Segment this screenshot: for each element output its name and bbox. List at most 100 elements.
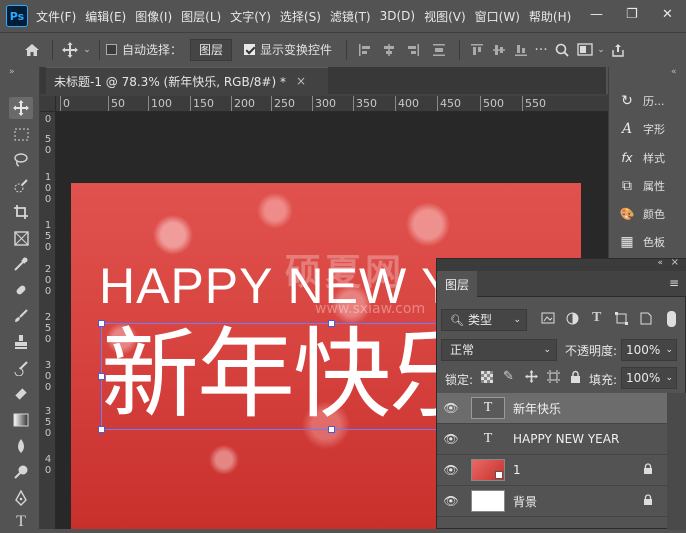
filter-shape-icon[interactable] [615, 312, 628, 325]
close-panel-icon[interactable]: × [671, 257, 679, 268]
auto-select-checkbox[interactable] [106, 44, 117, 55]
layer-row-image-1[interactable]: 👁︎ 1 [437, 455, 667, 486]
panel-color-button[interactable]: 🎨 颜色 [617, 203, 665, 225]
eraser-tool-icon[interactable] [9, 383, 33, 405]
menu-select[interactable]: 选择(S) [280, 8, 321, 25]
crop-tool-icon[interactable] [9, 201, 33, 223]
layer-name[interactable]: HAPPY NEW YEAR [513, 432, 619, 446]
panel-menu-icon[interactable]: ≡ [669, 276, 679, 290]
layers-scrollbar[interactable] [667, 393, 686, 530]
frame-tool-icon[interactable] [9, 227, 33, 249]
minimize-button[interactable]: — [590, 7, 603, 22]
move-tool-icon[interactable] [9, 97, 33, 119]
dodge-tool-icon[interactable] [9, 461, 33, 483]
menu-type[interactable]: 文字(Y) [230, 8, 271, 25]
transform-handle[interactable] [98, 373, 105, 380]
panel-header[interactable]: « × [437, 257, 686, 271]
eyedropper-tool-icon[interactable] [9, 253, 33, 275]
filter-smart-object-icon[interactable] [639, 312, 652, 325]
collapse-panel-icon[interactable]: « [657, 258, 663, 268]
expand-panels-icon[interactable]: « [671, 67, 677, 77]
filter-type-icon[interactable]: T [592, 310, 601, 326]
panel-glyphs-button[interactable]: A 字形 [617, 118, 665, 140]
chevron-down-icon[interactable]: ⌄ [81, 45, 93, 55]
layer-filter-dropdown[interactable]: 🔍︎ 类型 ⌄ [441, 309, 527, 331]
visibility-eye-icon[interactable]: 👁︎ [437, 401, 465, 415]
chevron-down-icon[interactable]: ⌄ [596, 45, 606, 55]
filter-toggle[interactable] [667, 311, 676, 327]
distribute-vertical-icon[interactable] [425, 43, 453, 57]
history-brush-tool-icon[interactable] [9, 357, 33, 379]
menu-help[interactable]: 帮助(H) [529, 8, 571, 25]
ruler-label: 250 [271, 96, 295, 111]
share-icon[interactable] [606, 43, 630, 57]
healing-brush-tool-icon[interactable] [9, 279, 33, 301]
visibility-eye-icon[interactable]: 👁︎ [437, 494, 465, 508]
menu-image[interactable]: 图像(I) [135, 8, 172, 25]
workspace-icon[interactable] [574, 43, 596, 56]
layer-row-background[interactable]: 👁︎ 背景 [437, 486, 667, 517]
visibility-eye-icon[interactable]: 👁︎ [437, 432, 465, 446]
blur-tool-icon[interactable] [9, 435, 33, 457]
menu-3d[interactable]: 3D(D) [380, 9, 415, 23]
maximize-button[interactable]: ❐ [626, 7, 638, 22]
menu-file[interactable]: 文件(F) [36, 8, 76, 25]
close-tab-icon[interactable]: × [296, 74, 306, 88]
filter-pixel-icon[interactable] [541, 312, 555, 324]
menu-window[interactable]: 窗口(W) [475, 8, 520, 25]
panel-swatches-button[interactable]: ▦ 色板 [617, 231, 665, 253]
show-transform-checkbox[interactable] [244, 44, 256, 55]
menu-filter[interactable]: 滤镜(T) [330, 8, 371, 25]
align-middle-icon[interactable] [488, 43, 510, 57]
more-options-icon[interactable]: ··· [532, 42, 550, 58]
layer-name[interactable]: 新年快乐 [513, 400, 561, 417]
layer-name[interactable]: 背景 [513, 493, 537, 510]
align-top-icon[interactable] [466, 43, 488, 57]
lock-artboard-icon[interactable] [547, 370, 560, 383]
layer-row-xinnian[interactable]: 👁︎ T 新年快乐 [437, 393, 667, 424]
brush-tool-icon[interactable] [9, 305, 33, 327]
panel-styles-button[interactable]: fx 样式 [617, 147, 665, 169]
lock-position-icon[interactable] [525, 370, 538, 383]
transform-handle[interactable] [98, 320, 105, 327]
align-right-icon[interactable] [401, 43, 425, 57]
ruler-label: 550 [522, 96, 546, 111]
opacity-field[interactable]: 100% ⌄ [621, 339, 677, 361]
align-bottom-icon[interactable] [510, 43, 532, 57]
pen-tool-icon[interactable] [9, 487, 33, 509]
align-left-icon[interactable] [353, 43, 377, 57]
panel-history-button[interactable]: ↻ 历... [617, 90, 664, 112]
blend-mode-dropdown[interactable]: 正常 ⌄ [441, 339, 557, 361]
transform-handle[interactable] [328, 426, 335, 433]
filter-adjustment-icon[interactable] [566, 312, 579, 325]
search-icon[interactable] [550, 43, 574, 57]
panel-properties-button[interactable]: ⧉ 属性 [617, 175, 665, 197]
collapse-toolbar-icon[interactable]: » [9, 67, 15, 77]
fill-field[interactable]: 100% ⌄ [621, 367, 677, 389]
lasso-tool-icon[interactable] [9, 149, 33, 171]
transform-handle[interactable] [328, 320, 335, 327]
home-icon[interactable] [18, 43, 46, 57]
align-center-icon[interactable] [377, 43, 401, 57]
menu-layer[interactable]: 图层(L) [181, 8, 221, 25]
auto-select-target-dropdown[interactable]: 图层 [190, 38, 233, 61]
lock-transparent-pixels-icon[interactable] [481, 371, 493, 383]
clone-stamp-tool-icon[interactable] [9, 331, 33, 353]
document-tab[interactable]: 未标题-1 @ 78.3% (新年快乐, RGB/8#) * × [46, 67, 328, 94]
lock-all-icon[interactable] [570, 370, 581, 383]
layer-name[interactable]: 1 [513, 463, 521, 477]
type-tool-icon[interactable]: T [9, 511, 33, 533]
move-tool-icon[interactable] [59, 41, 81, 58]
layer-row-happy-new-year[interactable]: 👁︎ T HAPPY NEW YEAR [437, 424, 667, 455]
lock-image-pixels-icon[interactable]: ✎ [503, 369, 514, 384]
menu-view[interactable]: 视图(V) [424, 8, 466, 25]
ruler-origin[interactable] [40, 96, 56, 112]
menu-edit[interactable]: 编辑(E) [85, 8, 126, 25]
close-window-button[interactable]: ✕ [662, 7, 673, 22]
quick-selection-tool-icon[interactable] [9, 175, 33, 197]
gradient-tool-icon[interactable] [9, 409, 33, 431]
visibility-eye-icon[interactable]: 👁︎ [437, 463, 465, 477]
transform-handle[interactable] [98, 426, 105, 433]
marquee-tool-icon[interactable] [9, 123, 33, 145]
tab-layers[interactable]: 图层 [437, 271, 477, 297]
